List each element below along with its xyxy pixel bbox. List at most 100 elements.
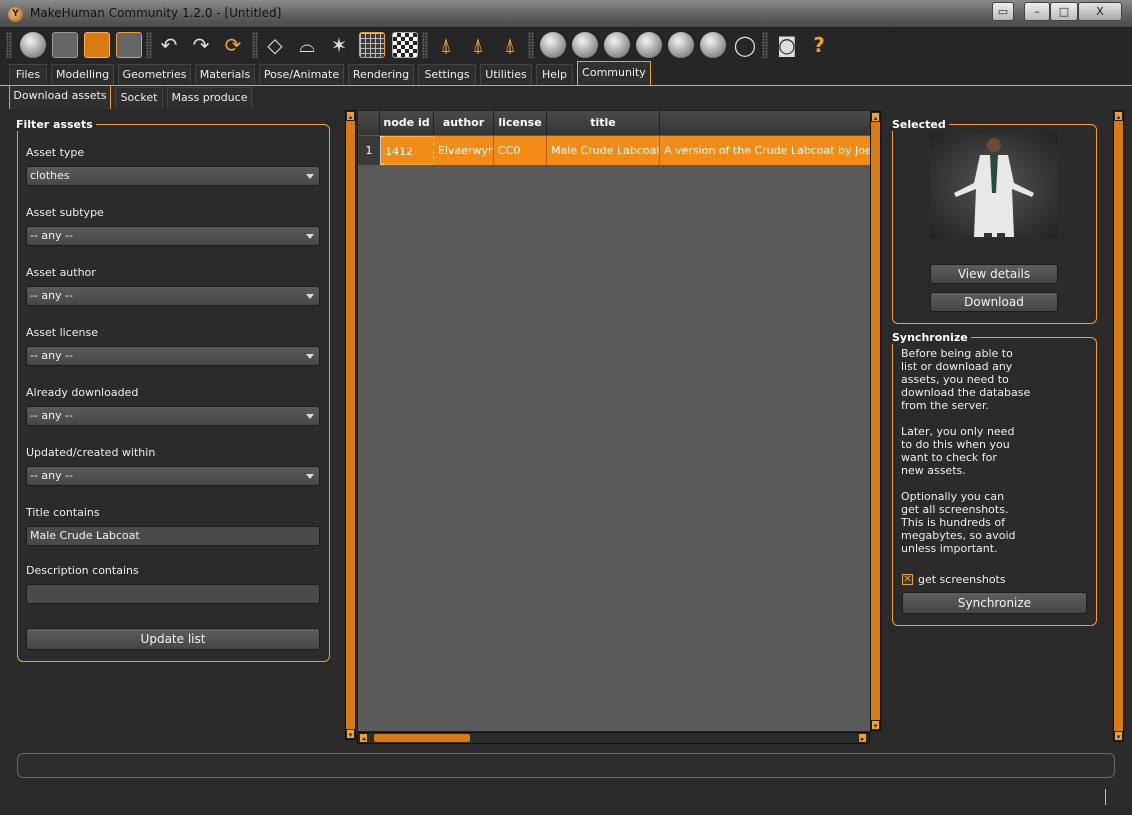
scroll-down-arrow-icon[interactable]: ▾ — [1114, 731, 1123, 741]
asset-author-label: Asset author — [26, 266, 96, 279]
window-restore-icon[interactable]: ▭ — [992, 2, 1014, 21]
updated-within-label: Updated/created within — [26, 446, 156, 459]
window-close-button[interactable]: X — [1078, 2, 1122, 21]
subtab-socket[interactable]: Socket — [115, 87, 163, 108]
pose-icon[interactable]: ✶ — [326, 32, 352, 58]
screenshot-icon[interactable]: ◙ — [774, 32, 800, 58]
cell-title[interactable]: Male Crude Labcoat — [547, 136, 660, 165]
main-toolbar: ↶ ↷ ⟳ ◇ ⌓ ✶ ⍋ ⍋ ⍋ ◯ ◙ ? — [0, 28, 1132, 64]
asset-author-value: -- any -- — [30, 289, 74, 302]
help-icon[interactable]: ? — [806, 32, 832, 58]
right-view-icon[interactable] — [636, 32, 662, 58]
scroll-down-arrow-icon[interactable]: ▾ — [871, 720, 880, 730]
resize-grip[interactable] — [1105, 789, 1106, 805]
column-header-description[interactable] — [660, 111, 871, 135]
undo-icon[interactable]: ↶ — [156, 32, 182, 58]
grid-icon[interactable] — [359, 32, 385, 58]
symmetry-icon[interactable]: ⍋ — [497, 32, 523, 58]
export-icon[interactable] — [116, 32, 142, 58]
asset-subtype-select[interactable]: -- any -- — [26, 226, 320, 246]
wireframe-icon[interactable]: ⌓ — [294, 32, 320, 58]
update-list-button[interactable]: Update list — [26, 628, 320, 650]
left-view-icon[interactable] — [604, 32, 630, 58]
table-vertical-scrollbar[interactable]: ▴ ▾ — [870, 111, 881, 731]
row-number[interactable]: 1 — [358, 136, 380, 165]
reset-camera-icon[interactable]: ◯ — [732, 32, 758, 58]
subtab-download-assets[interactable]: Download assets — [9, 85, 111, 109]
asset-type-select[interactable]: clothes — [26, 166, 320, 186]
chevron-down-icon — [306, 174, 314, 179]
updated-within-value: -- any -- — [30, 469, 74, 482]
title-contains-input[interactable]: Male Crude Labcoat — [26, 526, 320, 546]
tab-files[interactable]: Files — [9, 64, 47, 85]
chevron-down-icon — [306, 234, 314, 239]
bottom-view-icon[interactable] — [700, 32, 726, 58]
horizontal-scroll-thumb[interactable] — [374, 734, 470, 742]
reset-icon[interactable]: ⟳ — [220, 32, 246, 58]
labcoat-figure-icon — [954, 138, 1034, 238]
tab-rendering[interactable]: Rendering — [348, 64, 414, 85]
scroll-up-arrow-icon[interactable]: ▴ — [1114, 111, 1123, 121]
window-title: MakeHuman Community 1.2.0 - [Untitled] — [30, 6, 282, 20]
chevron-down-icon — [306, 474, 314, 479]
smooth-icon[interactable]: ◇ — [262, 32, 288, 58]
column-header-license[interactable]: license — [494, 111, 547, 135]
cell-license[interactable]: CC0 — [494, 136, 547, 165]
table-horizontal-scrollbar[interactable]: ◂ ▸ — [357, 732, 870, 744]
asset-subtype-label: Asset subtype — [26, 206, 104, 219]
column-header-author[interactable]: author — [434, 111, 494, 135]
filter-assets-title: Filter assets — [13, 118, 96, 131]
scroll-up-arrow-icon[interactable]: ▴ — [346, 111, 355, 121]
front-view-icon[interactable] — [540, 32, 566, 58]
download-button[interactable]: Download — [930, 292, 1058, 312]
synchronize-help-text: Before being able to list or download an… — [901, 347, 1031, 555]
makehuman-logo-icon: Y — [8, 7, 23, 22]
window-maximize-button[interactable]: □ — [1050, 2, 1078, 21]
tab-modelling[interactable]: Modelling — [51, 64, 114, 85]
cell-description[interactable]: A version of the Crude Labcoat by Joel — [660, 136, 871, 165]
scroll-down-arrow-icon[interactable]: ▾ — [346, 729, 355, 739]
window-minimize-button[interactable]: – — [1024, 2, 1050, 21]
tab-pose-animate[interactable]: Pose/Animate — [259, 64, 344, 85]
scroll-left-arrow-icon[interactable]: ◂ — [359, 733, 368, 743]
load-icon[interactable] — [84, 32, 110, 58]
asset-license-select[interactable]: -- any -- — [26, 346, 320, 366]
get-screenshots-checkbox[interactable]: ✕ — [902, 574, 913, 585]
column-header-node-id[interactable]: node id — [380, 111, 434, 135]
cell-author[interactable]: Elvaerwyn — [434, 136, 494, 165]
tab-geometries[interactable]: Geometries — [118, 64, 191, 85]
tab-help[interactable]: Help — [536, 64, 573, 85]
title-contains-label: Title contains — [26, 506, 100, 519]
tab-community[interactable]: Community — [577, 61, 651, 85]
right-panel-scrollbar[interactable]: ▴ ▾ — [1113, 110, 1124, 742]
scroll-right-arrow-icon[interactable]: ▸ — [858, 733, 867, 743]
already-downloaded-select[interactable]: -- any -- — [26, 406, 320, 426]
tab-utilities[interactable]: Utilities — [480, 64, 532, 85]
back-view-icon[interactable] — [572, 32, 598, 58]
redo-icon[interactable]: ↷ — [188, 32, 214, 58]
background-checker-icon[interactable] — [392, 32, 418, 58]
subtab-mass-produce[interactable]: Mass produce — [167, 87, 252, 108]
save-icon[interactable] — [52, 32, 78, 58]
asset-thumbnail — [930, 133, 1058, 238]
scroll-up-arrow-icon[interactable]: ▴ — [871, 112, 880, 122]
chevron-down-icon — [306, 354, 314, 359]
asset-license-value: -- any -- — [30, 349, 74, 362]
asset-type-value: clothes — [30, 169, 70, 182]
synchronize-button[interactable]: Synchronize — [902, 592, 1087, 614]
symmetry-left-icon[interactable]: ⍋ — [465, 32, 491, 58]
tab-materials[interactable]: Materials — [195, 64, 255, 85]
tab-settings[interactable]: Settings — [418, 64, 476, 85]
top-view-icon[interactable] — [668, 32, 694, 58]
new-icon[interactable] — [20, 32, 46, 58]
column-header-title[interactable]: title — [547, 111, 660, 135]
symmetry-right-icon[interactable]: ⍋ — [433, 32, 459, 58]
assets-table: node id author license title 1 1412 Elva… — [357, 110, 882, 732]
asset-author-select[interactable]: -- any -- — [26, 286, 320, 306]
cell-node-id[interactable]: 1412 — [380, 136, 434, 165]
left-panel-scrollbar[interactable]: ▴ ▾ — [345, 110, 356, 740]
description-contains-input[interactable] — [26, 584, 320, 604]
updated-within-select[interactable]: -- any -- — [26, 466, 320, 486]
view-details-button[interactable]: View details — [930, 264, 1058, 284]
selected-title: Selected — [889, 118, 949, 131]
